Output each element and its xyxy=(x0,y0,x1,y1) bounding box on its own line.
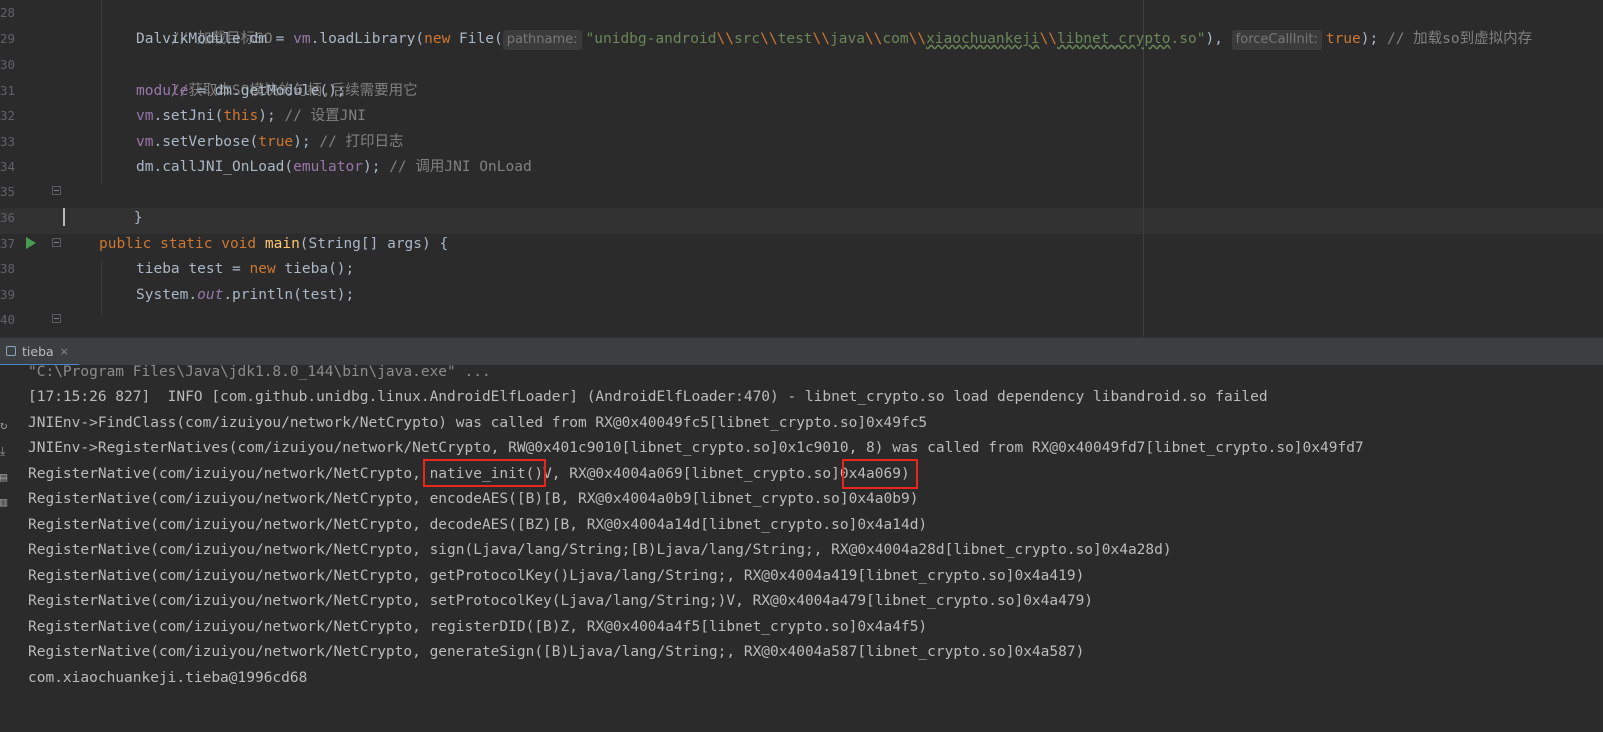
code-line-40: } xyxy=(99,307,143,333)
code-field: out xyxy=(197,287,224,303)
code-line-38: tieba test = new tieba(); xyxy=(136,256,354,282)
line-number: 29 xyxy=(0,31,16,46)
code-text: .setVerbose( xyxy=(153,134,259,150)
code-line-32: vm.setJni(this); // 设置JNI xyxy=(136,103,366,129)
fold-icon[interactable] xyxy=(52,186,61,195)
code-field: module xyxy=(136,83,189,99)
code-comment: // 打印日志 xyxy=(319,134,404,150)
code-text: .loadLibrary( xyxy=(310,31,425,47)
code-comment: // 加载so到虚拟内存 xyxy=(1378,31,1533,47)
code-text: tieba(); xyxy=(275,261,355,277)
text-caret xyxy=(63,208,65,226)
console-line: JNIEnv->RegisterNatives(com/izuiyou/netw… xyxy=(28,440,1364,456)
fold-icon[interactable] xyxy=(52,314,61,323)
console-line: "C:\Program Files\Java\jdk1.8.0_144\bin\… xyxy=(28,364,491,380)
code-line-33: vm.setVerbose(true); // 打印日志 xyxy=(136,129,404,155)
code-text: (String[] args) { xyxy=(299,236,449,252)
line-number: 32 xyxy=(0,108,16,123)
console-line: JNIEnv->FindClass(com/izuiyou/network/Ne… xyxy=(28,415,928,431)
console-line: RegisterNative(com/izuiyou/network/NetCr… xyxy=(28,644,1085,660)
code-text: DalvikModule dm = xyxy=(136,31,294,47)
code-field: vm xyxy=(136,134,154,150)
code-keyword: this xyxy=(223,108,259,124)
code-line-39: System.out.println(test); xyxy=(136,282,354,308)
code-text: File( xyxy=(450,31,503,47)
code-keyword: public static void xyxy=(99,236,265,252)
run-console[interactable]: ↻ ⤓ ▤ ▥ "C:\Program Files\Java\jdk1.8.0_… xyxy=(0,364,1603,732)
line-number: 33 xyxy=(0,134,16,149)
console-line: [17:15:26 827] INFO [com.github.unidbg.l… xyxy=(28,389,1268,405)
code-field: vm xyxy=(293,31,311,47)
console-line: RegisterNative(com/izuiyou/network/NetCr… xyxy=(28,593,1094,609)
line-number: 30 xyxy=(0,57,16,72)
code-text: = dm.getModule(); xyxy=(188,83,346,99)
code-text: } xyxy=(133,210,143,226)
console-line: RegisterNative(com/izuiyou/network/NetCr… xyxy=(28,619,928,635)
console-line: RegisterNative(com/izuiyou/network/NetCr… xyxy=(28,466,910,482)
line-number: 38 xyxy=(0,261,16,276)
code-text: ); xyxy=(362,159,390,175)
code-line-37: public static void main(String[] args) { xyxy=(99,231,448,257)
parameter-hint: pathname: xyxy=(502,30,582,50)
run-config-icon xyxy=(6,346,16,356)
code-text: tieba test = xyxy=(136,261,250,277)
console-line: RegisterNative(com/izuiyou/network/NetCr… xyxy=(28,568,1085,584)
console-line: RegisterNative(com/izuiyou/network/NetCr… xyxy=(28,491,919,507)
code-editor[interactable]: 28 29 30 31 32 33 34 35 36 37 38 39 40 /… xyxy=(0,0,1603,337)
code-comment: // 调用JNI OnLoad xyxy=(389,159,532,175)
line-number: 36 xyxy=(0,210,16,225)
line-number: 28 xyxy=(0,5,16,20)
line-number: 35 xyxy=(0,184,16,199)
line-number: 39 xyxy=(0,287,16,302)
code-line-35: } xyxy=(99,179,143,226)
code-text: .println(test); xyxy=(223,287,355,303)
code-line-28: // 加载目标SO xyxy=(136,0,273,47)
code-line-29: DalvikModule dm = vm.loadLibrary(new Fil… xyxy=(136,26,1532,52)
code-line-31: module = dm.getModule(); xyxy=(136,78,346,104)
code-field: emulator xyxy=(293,159,363,175)
line-number: 31 xyxy=(0,83,16,98)
console-line: com.xiaochuankeji.tieba@1996cd68 xyxy=(28,670,308,686)
code-text: ), xyxy=(1205,31,1223,47)
line-number: 34 xyxy=(0,159,16,174)
code-string: "unidbg-android\\src\\test\\java\\com\\x… xyxy=(585,31,1206,47)
line-number: 37 xyxy=(0,236,16,251)
code-keyword: true xyxy=(1325,31,1361,47)
code-text: System. xyxy=(136,287,198,303)
console-line: RegisterNative(com/izuiyou/network/NetCr… xyxy=(28,542,1172,558)
fold-icon[interactable] xyxy=(52,238,61,247)
run-main-icon[interactable] xyxy=(26,237,36,249)
code-function: main xyxy=(264,236,300,252)
code-keyword: new xyxy=(424,31,451,47)
print-icon[interactable]: ▤ xyxy=(0,471,9,483)
code-text: ); xyxy=(293,134,320,150)
code-line-34: dm.callJNI_OnLoad(emulator); // 调用JNI On… xyxy=(136,154,532,180)
console-line: RegisterNative(com/izuiyou/network/NetCr… xyxy=(28,517,928,533)
rerun-icon[interactable]: ↻ xyxy=(0,419,9,431)
tab-label: tieba xyxy=(22,343,54,359)
code-text: dm.callJNI_OnLoad( xyxy=(136,159,294,175)
code-field: vm xyxy=(136,108,154,124)
code-keyword: new xyxy=(249,261,276,277)
code-keyword: true xyxy=(258,134,294,150)
close-icon[interactable]: × xyxy=(60,345,69,358)
code-text: .setJni( xyxy=(153,108,224,124)
code-text: ); xyxy=(1360,31,1379,47)
code-line-30: //获取本SO模块的句柄,后续需要用它 xyxy=(136,52,418,99)
code-comment: // 设置JNI xyxy=(284,108,366,124)
trash-icon[interactable]: ▥ xyxy=(0,496,9,508)
line-number: 40 xyxy=(0,312,16,327)
parameter-hint: forceCallInit: xyxy=(1231,30,1322,50)
indent-guide xyxy=(101,0,102,184)
scroll-to-end-icon[interactable]: ⤓ xyxy=(0,445,9,457)
code-text: ); xyxy=(258,108,285,124)
